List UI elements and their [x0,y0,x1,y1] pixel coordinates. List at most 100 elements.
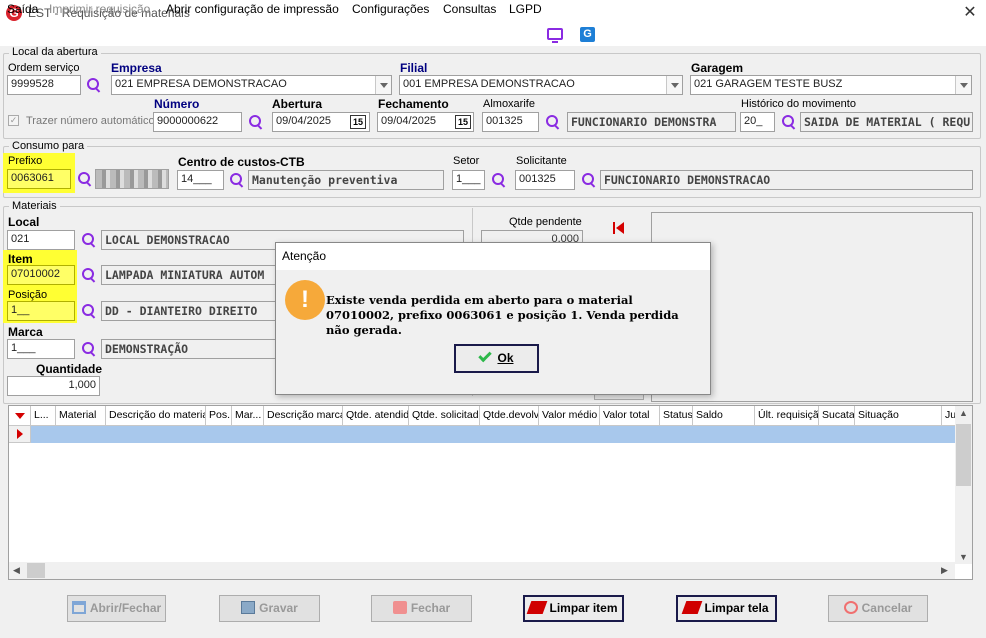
garagem-select[interactable]: 021 GARAGEM TESTE BUSZ [690,75,972,95]
search-icon[interactable] [81,232,97,248]
close-icon[interactable]: ✕ [960,3,980,23]
trazer-numero-checkbox[interactable]: ✓ [8,115,19,126]
menu-configuracoes[interactable]: Configurações [352,2,429,16]
almoxarife-code-input[interactable]: 001325 [482,112,539,132]
g-icon[interactable]: G [580,27,595,42]
scroll-right-icon[interactable]: ▶ [941,565,948,576]
search-icon[interactable] [491,172,507,188]
posicao-code-input[interactable]: 1__ [7,301,75,321]
col-saldo[interactable]: Saldo [693,406,755,426]
limpar-item-button[interactable]: Limpar item [523,595,624,622]
col-ult-requisicao[interactable]: Últ. requisição [755,406,819,426]
cancelar-button[interactable]: Cancelar [828,595,928,622]
search-icon[interactable] [86,77,102,93]
empresa-select[interactable]: 021 EMPRESA DEMONSTRACAO [111,75,392,95]
fechar-button[interactable]: Fechar [371,595,472,622]
calendar-icon[interactable]: 15 [455,115,471,129]
vertical-scroll-thumb[interactable] [956,424,971,486]
col-qtde-atendida[interactable]: Qtde. atendida [343,406,409,426]
label-centro-custos: Centro de custos-CTB [178,155,305,169]
ok-button[interactable]: Ok [454,344,539,373]
limpar-tela-label: Limpar tela [704,601,769,615]
local-code-input[interactable]: 021 [7,230,75,250]
filial-select[interactable]: 001 EMPRESA DEMONSTRACAO [399,75,683,95]
legend-materiais: Materiais [9,200,60,212]
gravar-button[interactable]: Gravar [219,595,320,622]
cancelar-label: Cancelar [861,601,913,615]
col-material[interactable]: Material [56,406,106,426]
menu-consultas[interactable]: Consultas [443,2,496,16]
save-icon [241,601,256,614]
limpar-tela-button[interactable]: Limpar tela [676,595,777,622]
scroll-down-icon[interactable]: ▼ [959,552,968,562]
materials-table: L... Material Descrição do material Pos.… [8,405,973,580]
col-status[interactable]: Status [660,406,693,426]
search-icon[interactable] [77,171,93,187]
row-indicator[interactable] [9,426,31,443]
check-icon [478,348,493,363]
search-icon[interactable] [81,267,97,283]
search-icon[interactable] [81,341,97,357]
menu-saida[interactable]: Saída [7,2,38,16]
solicitante-name: FUNCIONARIO DEMONSTRACAO [600,170,973,190]
monitor-icon[interactable] [547,28,563,43]
vertical-scrollbar[interactable]: ▲ ▼ [955,406,972,564]
legend-local-abertura: Local da abertura [9,46,101,58]
chevron-down-icon[interactable] [955,76,971,94]
gravar-label: Gravar [259,601,298,615]
search-icon[interactable] [781,114,797,130]
col-qtde-devolv[interactable]: Qtde.devolv. [480,406,539,426]
table-row[interactable] [31,426,955,443]
empresa-value: 021 EMPRESA DEMONSTRACAO [115,78,287,90]
item-code-input[interactable]: 07010002 [7,265,75,285]
prefixo-input[interactable]: 0063061 [7,169,71,189]
label-setor: Setor [453,155,480,167]
label-local: Local [8,215,40,229]
scroll-left-icon[interactable]: ◀ [13,565,20,576]
col-qtde-solicitada[interactable]: Qtde. solicitada [409,406,480,426]
calendar-icon[interactable]: 15 [350,115,366,129]
col-valor-medio[interactable]: Valor médio [539,406,600,426]
search-icon[interactable] [545,114,561,130]
col-sucata[interactable]: Sucata [819,406,855,426]
horizontal-scroll-thumb[interactable] [27,563,45,578]
first-record-icon[interactable] [613,221,625,235]
col-marca[interactable]: Mar... [232,406,264,426]
col-situacao[interactable]: Situação [855,406,942,426]
menu-abrir-configuracao[interactable]: Abrir configuração de impressão [166,2,339,16]
col-pos[interactable]: Pos. [206,406,232,426]
chevron-down-icon[interactable] [375,76,391,94]
sort-column[interactable] [9,406,31,426]
menu-lgpd[interactable]: LGPD [509,2,542,16]
col-descricao-material[interactable]: Descrição do material [106,406,206,426]
search-icon[interactable] [81,303,97,319]
col-l[interactable]: L... [31,406,56,426]
label-trazer-numero: Trazer número automático [26,115,155,127]
ok-label: Ok [497,351,514,365]
chevron-down-icon[interactable] [666,76,682,94]
label-almoxarife: Almoxarife [483,98,535,110]
horizontal-scrollbar[interactable]: ◀ ▶ [9,562,955,579]
ordem-servico-input[interactable]: 9999528 [7,75,81,95]
historico-code-input[interactable]: 20_ [740,112,775,132]
solicitante-code-input[interactable]: 001325 [515,170,575,190]
abrir-fechar-button[interactable]: Abrir/Fechar [67,595,166,622]
label-ordem-servico: Ordem serviço [8,62,80,74]
search-icon[interactable] [229,172,245,188]
abrir-fechar-label: Abrir/Fechar [89,601,162,615]
col-descricao-marca[interactable]: Descrição marca [264,406,343,426]
col-valor-total[interactable]: Valor total [600,406,660,426]
setor-input[interactable]: 1___ [452,170,485,190]
numero-input[interactable]: 9000000622 [153,112,242,132]
quantidade-input[interactable]: 1,000 [7,376,100,396]
centro-code-input[interactable]: 14___ [177,170,224,190]
label-abertura: Abertura [272,97,323,111]
scroll-up-icon[interactable]: ▲ [959,408,968,418]
open-icon [71,601,86,614]
marca-code-input[interactable]: 1___ [7,339,75,359]
menu-imprimir-requisicao[interactable]: Imprimir requisição [49,2,150,16]
redacted-field [95,169,169,189]
search-icon[interactable] [581,172,597,188]
limpar-item-label: Limpar item [549,601,618,615]
search-icon[interactable] [248,114,264,130]
